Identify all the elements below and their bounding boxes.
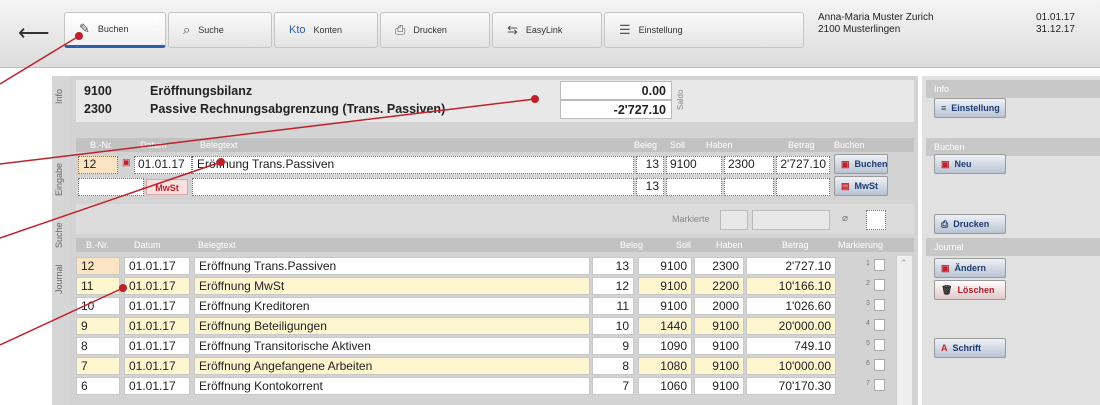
annotation-line-2 (0, 98, 536, 165)
annotation-dot-4 (119, 284, 127, 292)
annotation-dot-1 (75, 32, 83, 40)
annotation-line-3 (0, 161, 222, 239)
annotation-dot-3 (217, 158, 225, 166)
annotation-line-4 (0, 287, 124, 346)
annotation-lines (0, 32, 539, 346)
annotation-dot-2 (531, 95, 539, 103)
annotation-line-1 (0, 35, 80, 85)
